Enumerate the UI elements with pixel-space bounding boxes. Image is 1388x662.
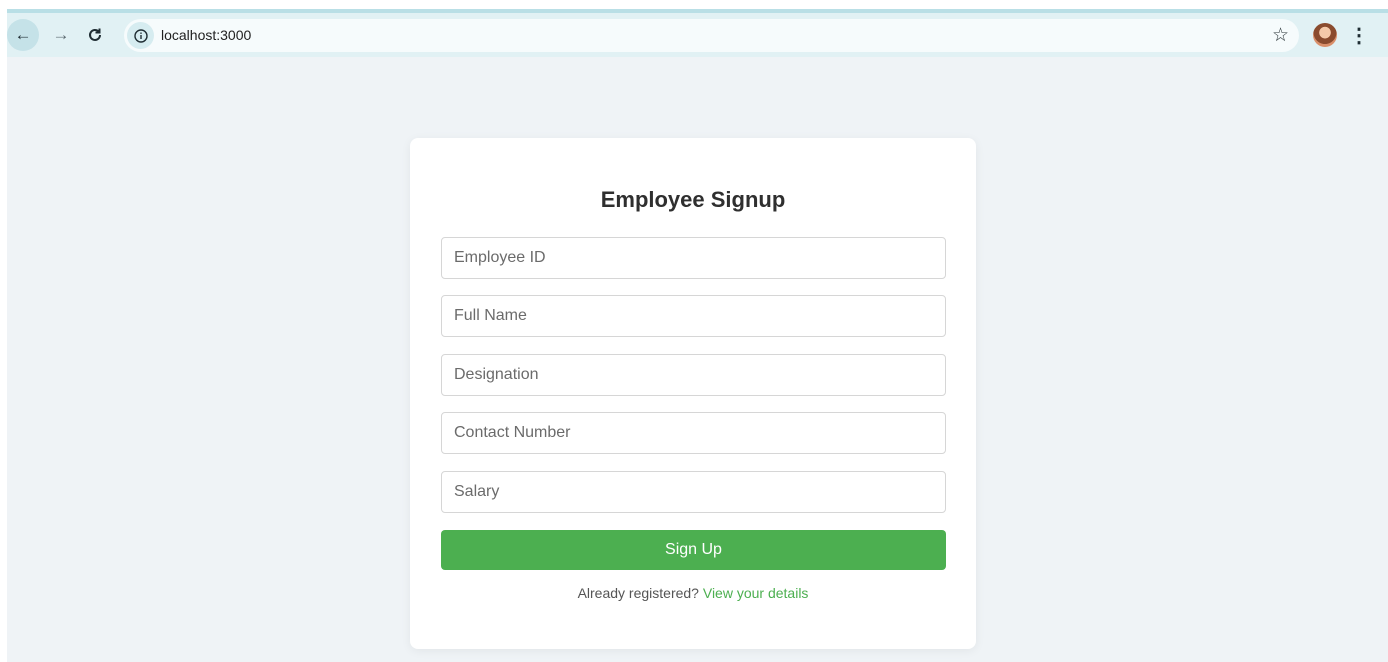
contact-number-input[interactable] [441,412,946,454]
reload-icon [89,28,101,41]
view-details-link[interactable]: View your details [703,585,809,601]
salary-input[interactable] [441,471,946,513]
star-icon[interactable]: ☆ [1272,24,1289,47]
signup-card: Employee Signup Sign Up Already register… [410,138,976,649]
arrow-right-icon: → [52,25,70,44]
vertical-dots-icon[interactable]: ⋮ [1349,21,1369,49]
arrow-left-icon: ← [14,25,32,44]
site-info-button[interactable] [127,22,154,49]
designation-input[interactable] [441,354,946,396]
footer-text: Already registered? [577,585,699,601]
form-title: Employee Signup [600,187,786,212]
login-prompt: Already registered? View your details [410,585,976,601]
address-bar[interactable]: localhost:3000 ☆ [124,19,1299,52]
profile-avatar[interactable] [1313,23,1337,47]
browser-toolbar: ← → localhost:3000 ☆ ⋮ [7,9,1388,57]
employee-id-input[interactable] [441,237,946,279]
forward-button[interactable]: → [45,19,77,51]
url-text: localhost:3000 [161,27,252,43]
browser-window: ← → localhost:3000 ☆ ⋮ Employee Signup E… [7,9,1388,662]
sign-up-button[interactable]: Sign Up [441,530,946,570]
reload-button[interactable] [79,19,111,51]
back-button[interactable]: ← [7,19,39,51]
info-icon [133,28,148,43]
full-name-input[interactable] [441,295,946,337]
